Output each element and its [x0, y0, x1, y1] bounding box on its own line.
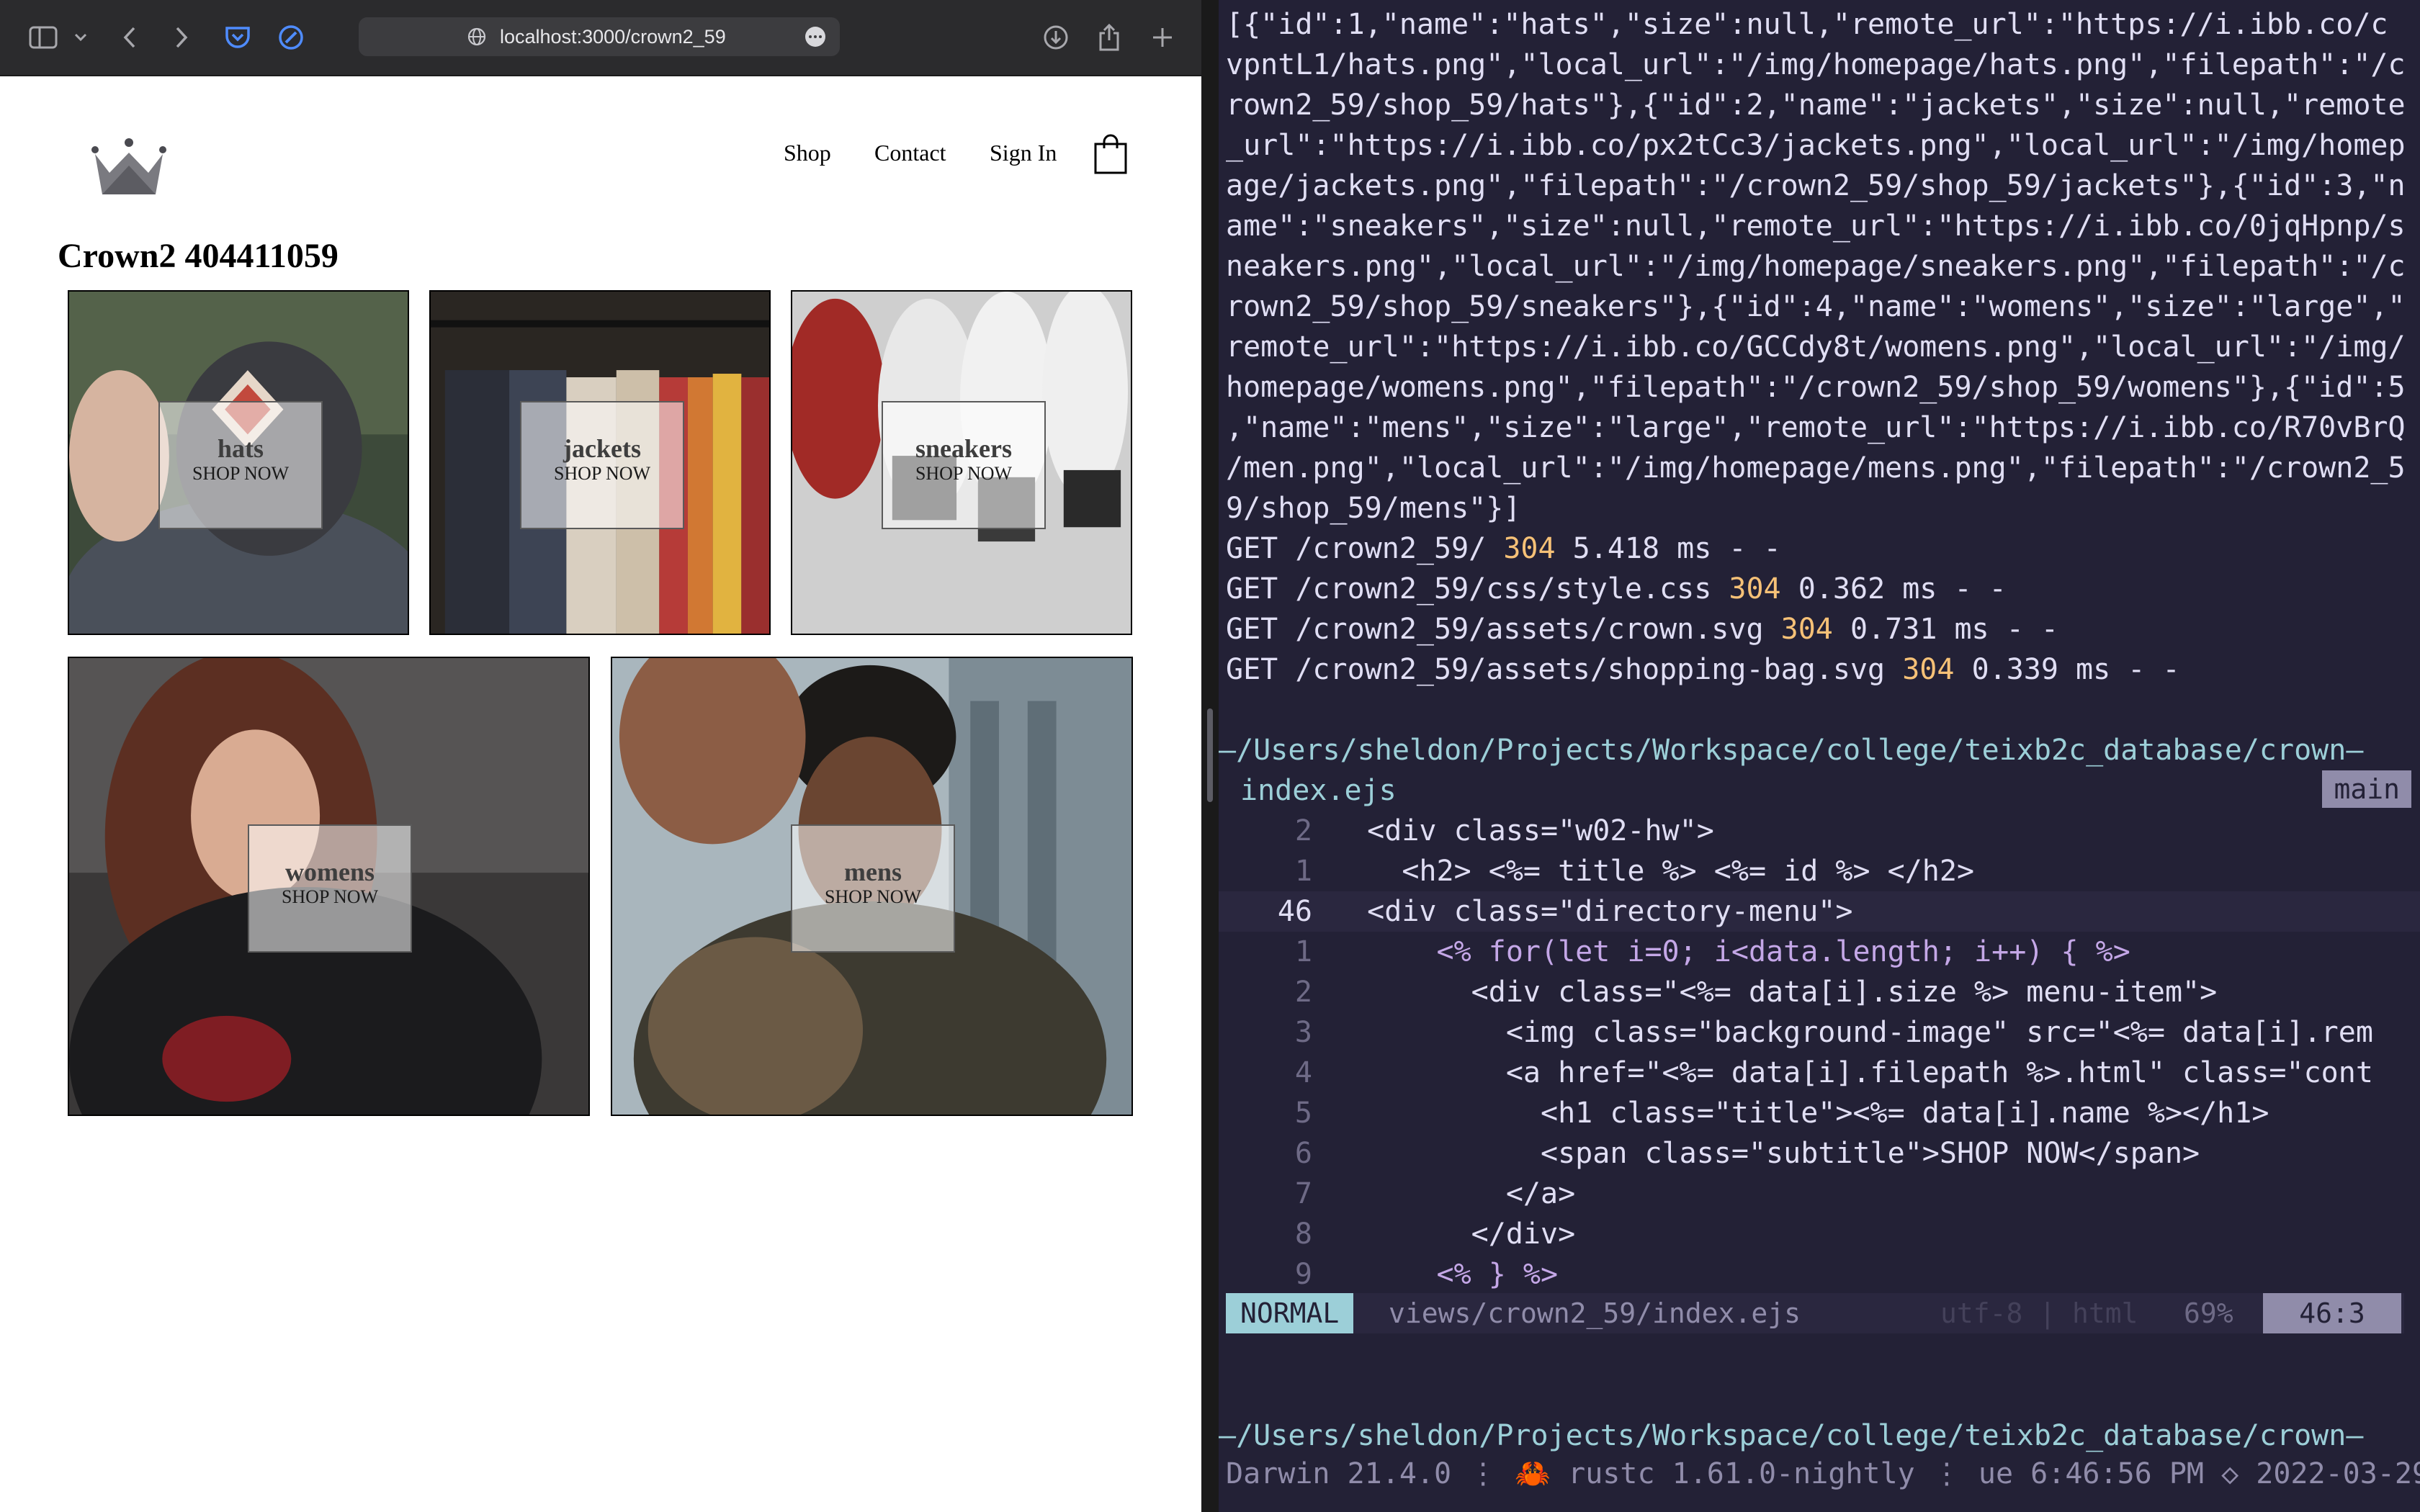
code-line: 3 <img class="background-image" src="<%=… — [1294, 1016, 2373, 1049]
tile-title: mens — [844, 858, 902, 886]
nav-shop-link[interactable]: Shop — [784, 137, 831, 168]
status-cursor-position: 46:3 — [2263, 1293, 2401, 1333]
tmux-status-bar: Darwin 21.4.0 ⋮ 🦀 rustc 1.61.0-nightly ⋮… — [1226, 1457, 2420, 1490]
compass-icon[interactable] — [275, 22, 307, 53]
womens-shop-link[interactable]: womens SHOP NOW — [248, 824, 412, 953]
globe-icon — [467, 27, 486, 46]
tile-title: hats — [217, 434, 264, 463]
chevron-down-icon[interactable] — [65, 22, 97, 53]
page-title: Crown2 404411059 — [58, 237, 339, 275]
tile-subtitle: SHOP NOW — [281, 886, 379, 907]
hats-shop-link[interactable]: hats SHOP NOW — [158, 401, 323, 529]
menu-item-jackets[interactable]: jackets SHOP NOW — [429, 290, 771, 635]
tile-title: sneakers — [915, 434, 1012, 463]
json-line: rown2_59/shop_59/hats"},{"id":2,"name":"… — [1226, 89, 2406, 122]
code-line: 5 <h1 class="title"><%= data[i].name %><… — [1294, 1097, 2269, 1130]
buffer-filename: index.ejs — [1240, 774, 1397, 807]
tile-subtitle: SHOP NOW — [824, 886, 922, 907]
status-percent: 69% — [2184, 1297, 2233, 1329]
json-line: remote_url":"https://i.ibb.co/GCCdy8t/wo… — [1226, 330, 2406, 364]
json-line: ,"name":"mens","size":"large","remote_ur… — [1226, 411, 2406, 444]
code-line: 9 <% } %> — [1294, 1258, 1559, 1291]
code-line: 4 <a href="<%= data[i].filepath %>.html"… — [1294, 1056, 2373, 1089]
json-line: homepage/womens.png","filepath":"/crown2… — [1226, 371, 2406, 404]
log-line: GET /crown2_59/assets/shopping-bag.svg 3… — [1226, 653, 2180, 686]
branch-badge: main — [2322, 770, 2411, 808]
url-text[interactable]: localhost:3000/crown2_59 — [500, 24, 726, 49]
back-icon[interactable] — [114, 22, 145, 53]
more-options-icon[interactable] — [805, 27, 825, 47]
pane-path-top: —/Users/sheldon/Projects/Workspace/colle… — [1219, 734, 2364, 767]
shopping-bag-icon[interactable] — [1093, 134, 1128, 174]
code-line-current: 46 <div class="directory-menu"> — [1277, 895, 1853, 928]
code-line: 7 </a> — [1294, 1177, 1576, 1210]
address-bar[interactable]: localhost:3000/crown2_59 — [359, 17, 840, 56]
crown-logo-icon[interactable] — [91, 137, 167, 197]
status-encoding: utf-8 | html — [1940, 1297, 2138, 1329]
pane-path-bottom: —/Users/sheldon/Projects/Workspace/colle… — [1219, 1419, 2364, 1452]
log-line: GET /crown2_59/css/style.css 304 0.362 m… — [1226, 572, 2007, 606]
share-icon[interactable] — [1093, 22, 1125, 53]
menu-item-hats[interactable]: hats SHOP NOW — [68, 290, 409, 635]
sneakers-shop-link[interactable]: sneakers SHOP NOW — [882, 401, 1046, 529]
code-line: 2 <div class="w02-hw"> — [1294, 814, 1714, 847]
sidebar-icon[interactable] — [27, 22, 59, 53]
forward-icon[interactable] — [166, 22, 197, 53]
json-line: vpntL1/hats.png","local_url":"/img/homep… — [1226, 48, 2406, 81]
mens-shop-link[interactable]: mens SHOP NOW — [791, 824, 955, 953]
json-line: rown2_59/shop_59/sneakers"},{"id":4,"nam… — [1226, 290, 2406, 323]
menu-item-sneakers[interactable]: sneakers SHOP NOW — [791, 290, 1132, 635]
json-line: _url":"https://i.ibb.co/px2tCc3/jackets.… — [1226, 129, 2406, 162]
mode-indicator: NORMAL — [1226, 1293, 1354, 1333]
code-line: 1 <h2> <%= title %> <%= id %> </h2> — [1294, 855, 1975, 888]
code-line: 6 <span class="subtitle">SHOP NOW</span> — [1294, 1137, 2200, 1170]
log-line: GET /crown2_59/assets/crown.svg 304 0.73… — [1226, 613, 2058, 646]
download-icon[interactable] — [1040, 22, 1072, 53]
json-line: neakers.png","local_url":"/img/homepage/… — [1226, 250, 2406, 283]
terminal-pane[interactable]: [{"id":1,"name":"hats","size":null,"remo… — [1219, 0, 2420, 1512]
json-line: [{"id":1,"name":"hats","size":null,"remo… — [1226, 8, 2388, 41]
tile-subtitle: SHOP NOW — [192, 463, 290, 484]
nav-signin-link[interactable]: Sign In — [990, 137, 1057, 168]
json-line: /men.png","local_url":"/img/homepage/men… — [1226, 451, 2406, 485]
code-line: 8 </div> — [1294, 1218, 1576, 1251]
menu-item-womens[interactable]: womens SHOP NOW — [68, 657, 590, 1116]
browser-toolbar: localhost:3000/crown2_59 — [0, 0, 1201, 76]
tile-subtitle: SHOP NOW — [915, 463, 1013, 484]
json-line: age/jackets.png","filepath":"/crown2_59/… — [1226, 169, 2406, 202]
json-line: 9/shop_59/mens"}] — [1226, 492, 1521, 525]
status-filename: views/crown2_59/index.ejs — [1389, 1297, 1801, 1329]
tile-title: jackets — [563, 434, 641, 463]
json-line: ame":"sneakers","size":null,"remote_url"… — [1226, 210, 2406, 243]
tile-subtitle: SHOP NOW — [553, 463, 651, 484]
divider-handle[interactable] — [1207, 708, 1213, 802]
code-line: 1 <% for(let i=0; i<data.length; i++) { … — [1294, 935, 2130, 968]
log-line: GET /crown2_59/ 304 5.418 ms - - — [1226, 532, 1781, 565]
jackets-shop-link[interactable]: jackets SHOP NOW — [520, 401, 684, 529]
new-tab-icon[interactable] — [1147, 22, 1178, 53]
nav-contact-link[interactable]: Contact — [874, 137, 946, 168]
code-line: 2 <div class="<%= data[i].size %> menu-i… — [1294, 976, 2218, 1009]
menu-item-mens[interactable]: mens SHOP NOW — [611, 657, 1133, 1116]
pocket-icon[interactable] — [222, 22, 254, 53]
tile-title: womens — [285, 858, 375, 886]
browser-window: localhost:3000/crown2_59 Shop Contact Si… — [0, 0, 1201, 1512]
